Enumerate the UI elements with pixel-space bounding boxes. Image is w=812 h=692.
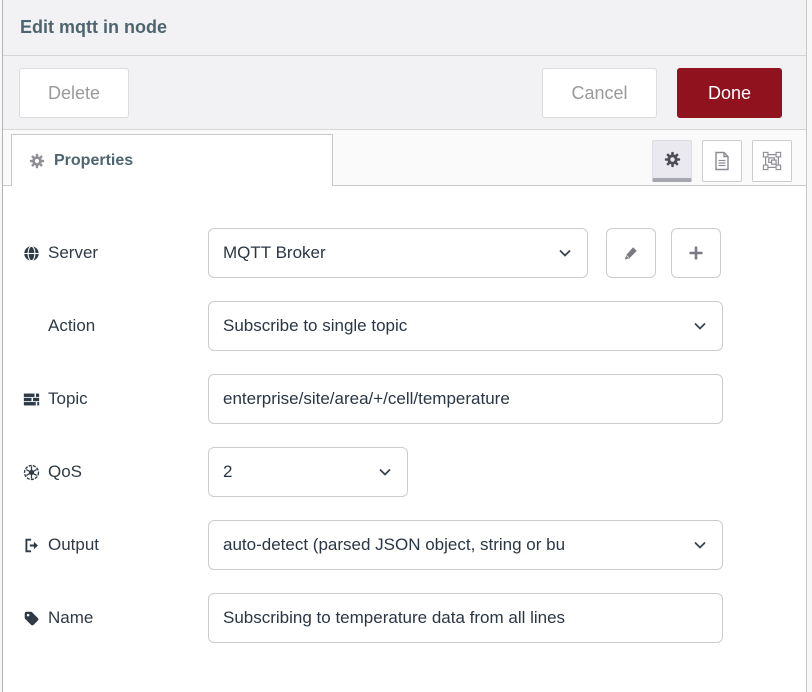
output-row: Output auto-detect (parsed JSON object, … xyxy=(23,520,806,570)
name-label-text: Name xyxy=(48,608,93,628)
action-label-text: Action xyxy=(48,316,95,336)
selection-frame-icon xyxy=(762,151,782,171)
qos-label-text: QoS xyxy=(48,462,82,482)
chevron-down-icon xyxy=(692,537,708,553)
chevron-down-icon xyxy=(377,464,393,480)
tasks-icon xyxy=(23,391,40,408)
topic-row: Topic xyxy=(23,374,806,424)
output-label: Output xyxy=(23,535,208,555)
globe-icon xyxy=(23,245,40,262)
server-label: Server xyxy=(23,243,208,263)
gear-icon xyxy=(29,153,45,169)
add-server-button[interactable] xyxy=(671,228,721,278)
output-select-value: auto-detect (parsed JSON object, string … xyxy=(223,535,565,555)
edit-server-button[interactable] xyxy=(606,228,656,278)
server-label-text: Server xyxy=(48,243,98,263)
action-select-value: Subscribe to single topic xyxy=(223,316,407,336)
topic-input[interactable] xyxy=(208,374,723,424)
gear-icon xyxy=(664,151,681,168)
properties-section-button[interactable] xyxy=(652,140,692,182)
appearance-section-button[interactable] xyxy=(752,140,792,182)
tab-properties[interactable]: Properties xyxy=(11,134,333,186)
output-label-text: Output xyxy=(48,535,99,555)
server-select-value: MQTT Broker xyxy=(223,243,326,263)
sign-out-icon xyxy=(23,537,40,554)
server-select[interactable]: MQTT Broker xyxy=(208,228,588,278)
plus-icon xyxy=(688,245,704,261)
qos-select[interactable]: 2 xyxy=(208,447,408,497)
topic-label: Topic xyxy=(23,389,208,409)
description-section-button[interactable] xyxy=(702,140,742,182)
action-label: Action xyxy=(23,316,208,336)
done-button[interactable]: Done xyxy=(677,68,782,118)
name-input[interactable] xyxy=(208,593,723,643)
tab-bar: Properties xyxy=(3,130,806,186)
action-row: Action Subscribe to single topic xyxy=(23,301,806,351)
empire-circle-icon xyxy=(23,464,40,481)
tray-header: Edit mqtt in node xyxy=(3,0,806,56)
qos-select-value: 2 xyxy=(223,462,232,482)
topic-label-text: Topic xyxy=(48,389,88,409)
server-row: Server MQTT Broker xyxy=(23,228,806,278)
qos-label: QoS xyxy=(23,462,208,482)
tab-properties-label: Properties xyxy=(54,152,133,170)
qos-row: QoS 2 xyxy=(23,447,806,497)
name-label: Name xyxy=(23,608,208,628)
tray-toolbar: Delete Cancel Done xyxy=(3,56,806,130)
edit-node-tray: Edit mqtt in node Delete Cancel Done xyxy=(2,0,807,692)
output-select[interactable]: auto-detect (parsed JSON object, string … xyxy=(208,520,723,570)
chevron-down-icon xyxy=(557,245,573,261)
chevron-down-icon xyxy=(692,318,708,334)
file-lines-icon xyxy=(713,151,731,171)
dialog-title: Edit mqtt in node xyxy=(20,17,167,38)
tag-icon xyxy=(23,610,40,627)
delete-button[interactable]: Delete xyxy=(19,68,129,118)
name-row: Name xyxy=(23,593,806,643)
action-select[interactable]: Subscribe to single topic xyxy=(208,301,723,351)
properties-form: Server MQTT Broker xyxy=(3,186,806,692)
pencil-icon xyxy=(623,245,639,261)
cancel-button[interactable]: Cancel xyxy=(542,68,657,118)
